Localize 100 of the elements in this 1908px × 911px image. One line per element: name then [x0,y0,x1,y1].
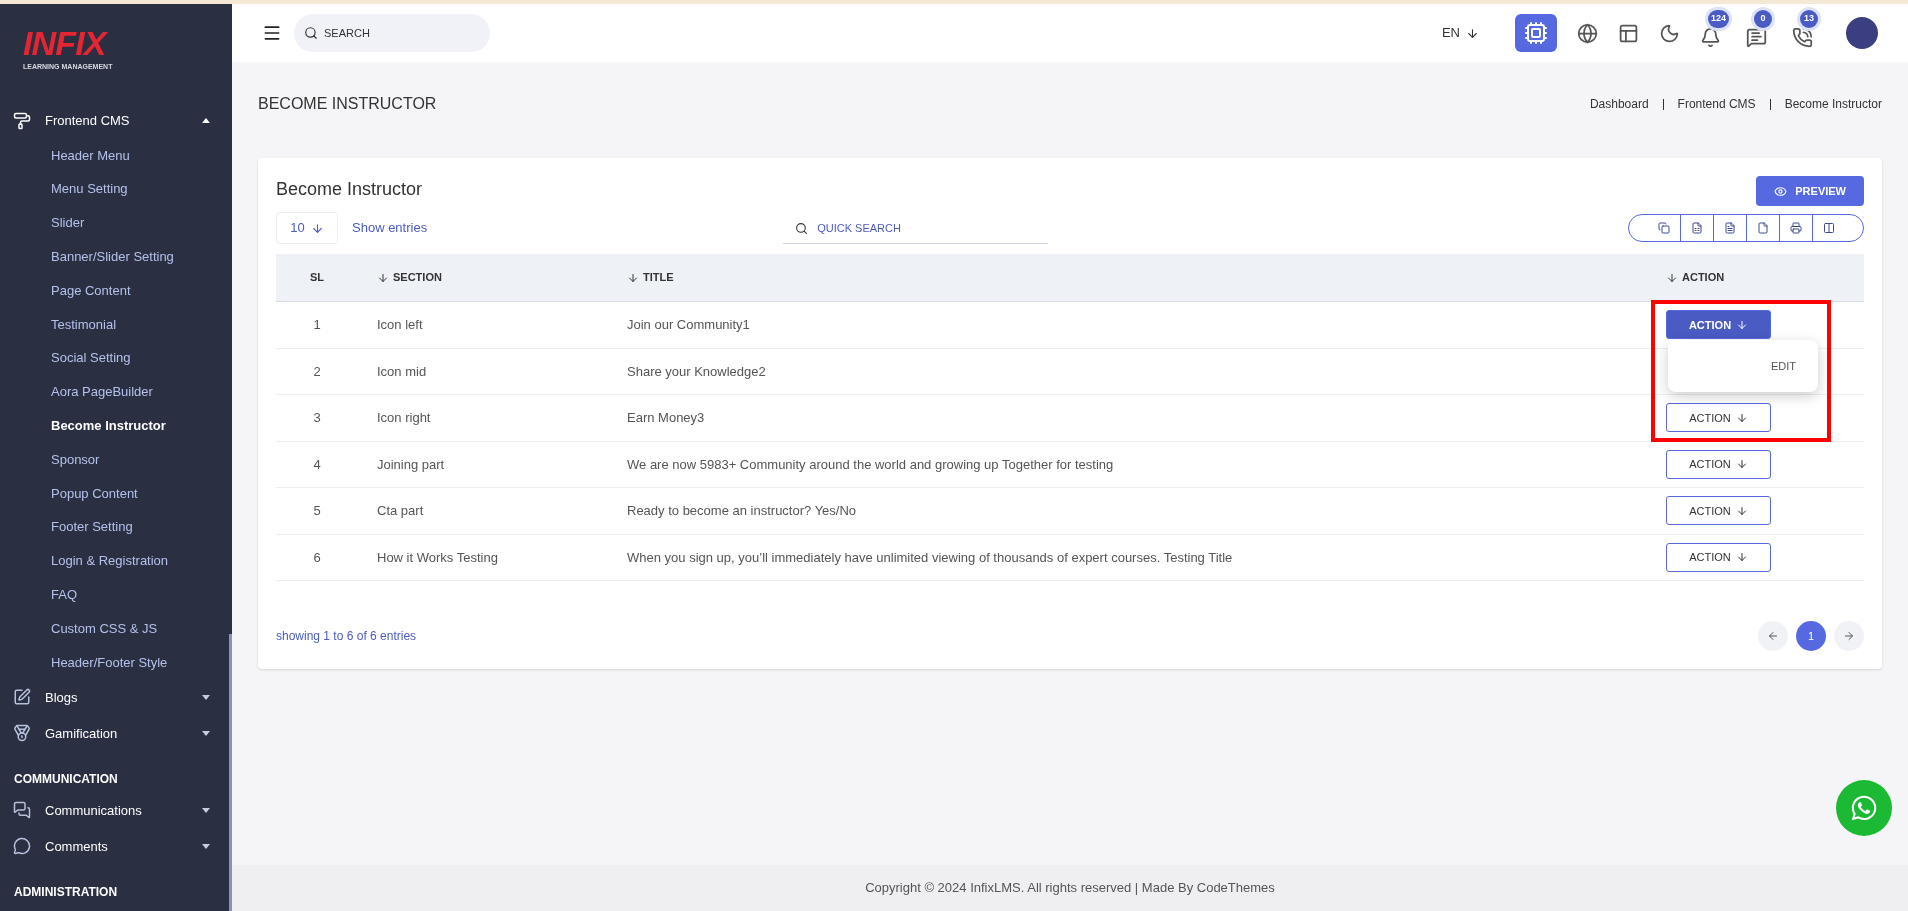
sidebar-menu-item[interactable]: Frontend CMS [0,102,232,139]
eye-icon [1774,184,1788,198]
sidebar-menu-item[interactable]: Blogs [0,679,232,716]
sort-arrow-icon [377,271,389,284]
search-icon [304,26,318,40]
action-dropdown-button[interactable]: ACTION [1666,449,1771,479]
count-badge: 13 [1800,10,1818,28]
action-dropdown-button[interactable]: ACTION [1666,542,1771,572]
preview-button[interactable]: PREVIEW [1756,176,1864,206]
sidebar-submenu-item[interactable]: Header/Footer Style [51,645,168,680]
table-cell-text: 1 [313,316,321,334]
sidebar-submenu-item[interactable]: Footer Setting [51,510,133,545]
arrow-down-icon [1736,318,1749,331]
table-cell-text: Cta part [376,502,425,520]
count-badge: 124 [1708,10,1730,28]
whatsapp-icon [1850,794,1878,822]
print-icon [1790,222,1802,234]
table-cell-text: Share your Knowledge2 [627,362,767,381]
layout-icon[interactable] [1618,22,1639,44]
action-dropdown-button[interactable]: ACTION [1666,496,1771,526]
sidebar-submenu-item[interactable]: Popup Content [51,476,138,511]
sort-arrow-icon [1666,271,1678,284]
message-icon[interactable] [1746,27,1767,48]
avatar[interactable] [1846,17,1878,49]
table-cell-text: How it Works Testing [376,548,499,567]
whatsapp-button[interactable] [1836,780,1892,836]
chip-icon [1524,21,1548,45]
pdf-export-icon [1757,222,1769,234]
columns-icon [1823,222,1835,234]
arrow-down-icon [1735,504,1748,517]
page-size-select[interactable]: 10 [276,212,338,244]
sidebar-submenu-item[interactable]: Custom CSS & JS [51,611,158,646]
column-header[interactable]: TITLE [627,269,674,286]
sidebar-submenu-item[interactable]: Login & Registration [51,544,169,578]
scrollbar[interactable] [229,634,232,911]
arrow-left-icon [1767,630,1779,642]
table-cell-text: 4 [313,455,321,474]
table-cell-text: When you sign up, you’ll immediately have unlimited viewing of thousands of expert courses. Testing Title [627,548,1234,567]
sidebar-menu-item[interactable]: Gamification [0,715,232,752]
arrow-down-icon [1735,551,1748,564]
arrow-right-icon [1843,630,1855,642]
ai-chip-button[interactable] [1515,14,1557,52]
csv-export-icon [1724,222,1736,234]
column-header[interactable]: ACTION [1666,269,1725,286]
table-cell-text: Icon mid [376,362,428,381]
table-cell-text: Earn Money3 [627,409,706,427]
copy-icon [1657,222,1670,234]
sidebar-submenu-item[interactable]: Banner/Slider Setting [51,239,174,274]
table-cell-text: 5 [313,502,321,520]
menu-icon[interactable] [262,23,282,43]
phone-icon[interactable] [1792,27,1813,48]
card-title: Become Instructor [276,178,423,201]
paint-roller-icon [13,111,31,130]
sidebar-menu-item[interactable]: Comments [0,828,232,865]
breadcrumb-link[interactable]: Become Instructor [1784,95,1882,113]
column-header[interactable]: SECTION [377,269,442,286]
table-cell-text: Icon left [376,316,424,334]
comment-icon [13,837,31,856]
sidebar-submenu-item[interactable]: Header Menu [51,138,130,173]
page-button[interactable]: 1 [1796,621,1826,651]
moon-icon[interactable] [1659,22,1680,44]
page-title: BECOME INSTRUCTOR [258,94,437,114]
bell-icon[interactable] [1700,27,1721,48]
sidebar-section-heading: COMMUNICATION [13,771,119,789]
sidebar-submenu-item[interactable]: Become Instructor [51,408,166,443]
excel-export-icon [1691,222,1703,234]
footer-copyright: Copyright © 2024 InfixLMS. All rights reserved | Made By CodeThemes [865,879,1275,898]
sidebar-section-heading: ADMINISTRATION [13,884,119,902]
action-dropdown-button[interactable]: ACTION [1666,310,1771,340]
arrow-down-icon [1735,458,1748,471]
logo-wordmark: INFIX [23,26,109,60]
sidebar-submenu-item[interactable]: Menu Setting [51,172,128,207]
sidebar-submenu-item[interactable]: Page Content [51,273,131,308]
column-header[interactable]: SL [309,269,325,286]
chat-bubbles-icon [13,801,31,820]
table-cell-text: 6 [313,548,321,567]
sidebar-submenu-item[interactable]: FAQ [51,577,77,612]
language-select[interactable]: EN [1441,23,1479,43]
table-cell-text: We are now 5983+ Community around the world and growing up Together for testing [627,455,1115,474]
previous-page-button[interactable] [1758,621,1788,651]
menu-item[interactable]: EDIT [1770,357,1796,375]
entries-summary: showing 1 to 6 of 6 entries [276,628,417,645]
search-field[interactable]: SEARCH [294,14,490,52]
action-dropdown-button[interactable]: ACTION [1666,403,1771,433]
quick-search-field[interactable]: QUICK SEARCH [783,212,1049,244]
table-cell-text: 3 [313,409,321,427]
arrow-down-icon [310,221,324,235]
breadcrumb-link[interactable]: Frontend CMS [1677,95,1756,113]
breadcrumb-link[interactable]: Dashboard [1589,95,1649,113]
sidebar-menu-item[interactable]: Communications [0,792,232,829]
sort-arrow-icon [627,271,639,284]
medal-icon [13,724,31,743]
count-badge: 0 [1754,10,1772,28]
sidebar-submenu-item[interactable]: Aora PageBuilder [51,375,153,409]
sidebar-submenu-item[interactable]: Slider [51,206,85,240]
sidebar-submenu-item[interactable]: Sponsor [51,442,100,477]
globe-icon[interactable] [1577,22,1598,44]
sidebar-submenu-item[interactable]: Social Setting [51,341,131,376]
sidebar-submenu-item[interactable]: Testimonial [51,307,117,342]
next-page-button[interactable] [1834,621,1864,651]
